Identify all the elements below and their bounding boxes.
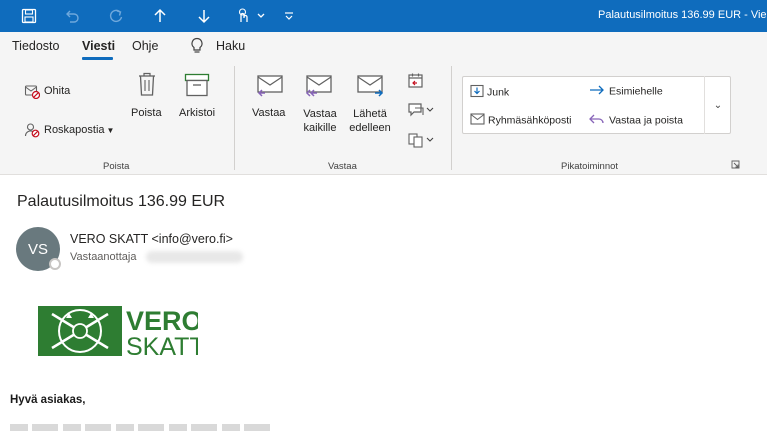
tab-help[interactable]: Ohje (132, 39, 158, 53)
sender-name[interactable]: VERO SKATT <info@vero.fi> (70, 232, 233, 246)
delete-icon[interactable] (136, 71, 158, 100)
title-bar: Palautusilmoitus 136.99 EUR - Vie (0, 0, 767, 32)
save-icon[interactable] (14, 0, 44, 32)
quick-step-team-email[interactable]: Ryhmäsähköposti (470, 113, 571, 128)
ignore-icon[interactable] (24, 83, 41, 102)
body-text-cutoff (10, 424, 270, 431)
logo-vero-text: VERO (126, 306, 198, 336)
junk-icon[interactable] (24, 122, 40, 141)
quick-step-junk[interactable]: Junk (470, 84, 509, 101)
logo-skatt-text: SKATT (126, 333, 198, 356)
group-divider (451, 66, 452, 170)
ribbon-tabs: Tiedosto Viesti Ohje Haku (0, 32, 767, 60)
search-label[interactable]: Haku (216, 39, 245, 53)
forward-icon[interactable] (355, 74, 385, 103)
recipient-redacted (146, 251, 243, 263)
junk-button[interactable]: Roskapostia ▼ (44, 124, 114, 136)
tab-file[interactable]: Tiedosto (12, 39, 59, 53)
quick-step-reply-delete-label: Vastaa ja poista (609, 114, 683, 127)
reply-all-icon[interactable] (304, 74, 334, 103)
message-subject: Palautusilmoitus 136.99 EUR (17, 193, 226, 210)
meeting-reply-icon[interactable] (407, 72, 425, 93)
archive-icon[interactable] (184, 73, 210, 100)
dialog-launcher-icon[interactable] (731, 160, 740, 172)
redo-icon[interactable] (102, 0, 130, 32)
greeting-text: Hyvä asiakas, (10, 394, 86, 406)
delete-group-label: Poista (103, 161, 130, 172)
quick-steps-expand-button[interactable]: ⌄ (704, 76, 731, 134)
reply-icon[interactable] (255, 74, 285, 103)
avatar-initials: VS (27, 240, 48, 258)
im-reply-icon[interactable] (407, 101, 437, 122)
chevron-down-icon: ⌄ (713, 99, 723, 111)
touch-mode-icon[interactable] (232, 0, 268, 32)
reply-all-button[interactable]: Vastaa kaikille (298, 107, 342, 135)
ignore-button[interactable]: Ohita (44, 85, 70, 97)
quick-steps-group-label: Pikatoiminnot (561, 161, 619, 172)
lightbulb-icon[interactable] (190, 37, 204, 58)
window-title: Palautusilmoitus 136.99 EUR - Vie (598, 9, 767, 21)
move-to-folder-icon (470, 84, 484, 101)
mail-icon (470, 113, 485, 128)
quick-step-manager[interactable]: Esimiehelle (589, 84, 663, 99)
quick-step-manager-label: Esimiehelle (609, 85, 663, 98)
quick-step-team-email-label: Ryhmäsähköposti (488, 114, 572, 127)
reply-all-label-line2: kaikille (303, 122, 337, 134)
archive-button[interactable]: Arkistoi (179, 107, 215, 119)
reply-arrow-icon (589, 113, 605, 128)
undo-icon[interactable] (58, 0, 86, 32)
tab-message[interactable]: Viesti (82, 39, 115, 53)
reply-all-label-line1: Vastaa (303, 108, 337, 120)
delete-button[interactable]: Poista (131, 107, 162, 119)
previous-item-icon[interactable] (146, 0, 174, 32)
more-respond-icon[interactable] (407, 131, 437, 152)
to-label: Vastaanottaja (70, 251, 137, 263)
reply-button[interactable]: Vastaa (252, 107, 285, 119)
group-divider (234, 66, 235, 170)
presence-indicator (49, 258, 61, 270)
quick-step-junk-label: Junk (487, 86, 510, 99)
forward-label-line2: edelleen (349, 122, 391, 134)
chevron-down-icon: ▼ (106, 126, 115, 135)
quick-step-reply-delete[interactable]: Vastaa ja poista (589, 113, 683, 128)
customize-toolbar-icon[interactable] (280, 0, 298, 32)
vero-logo: VERO SKATT (38, 306, 205, 361)
junk-button-label: Roskapostia (44, 124, 105, 136)
forward-button[interactable]: Lähetä edelleen (347, 107, 393, 135)
forward-arrow-icon (589, 84, 605, 99)
next-item-icon[interactable] (190, 0, 218, 32)
respond-group-label: Vastaa (328, 161, 357, 172)
forward-label-line1: Lähetä (353, 108, 387, 120)
